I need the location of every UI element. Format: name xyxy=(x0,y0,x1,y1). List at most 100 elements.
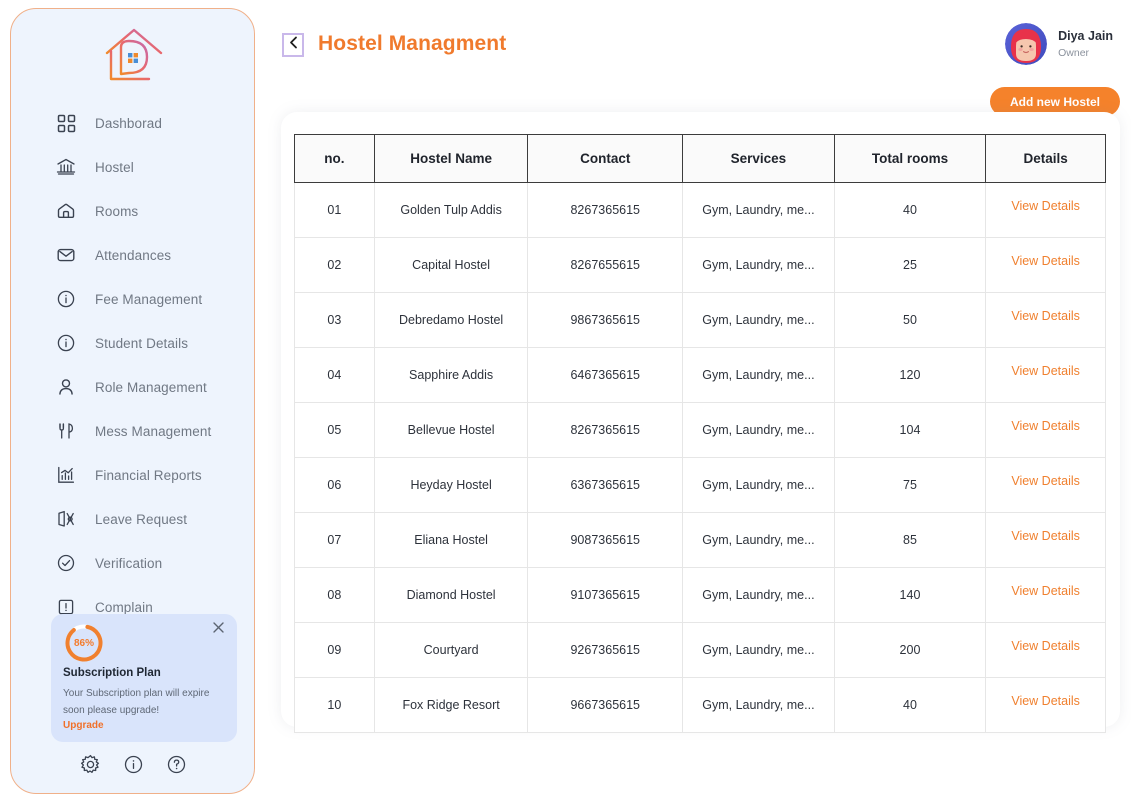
cell-services: Gym, Laundry, me... xyxy=(683,623,835,678)
cell-details: View Details xyxy=(986,458,1106,513)
sidebar-item-label: Attendances xyxy=(95,248,171,263)
cell-hostel-name: Heyday Hostel xyxy=(374,458,528,513)
sidebar-item-leave-request[interactable]: Leave Request xyxy=(11,497,255,541)
info-icon xyxy=(55,288,77,310)
sidebar-item-fee-management[interactable]: Fee Management xyxy=(11,277,255,321)
cell-hostel-name: Golden Tulp Addis xyxy=(374,183,528,238)
cell-services: Gym, Laundry, me... xyxy=(683,183,835,238)
sidebar-item-financial-reports[interactable]: Financial Reports xyxy=(11,453,255,497)
cell-total-rooms: 75 xyxy=(834,458,986,513)
app-logo xyxy=(11,27,255,87)
close-icon[interactable] xyxy=(211,620,227,636)
sidebar-item-rooms[interactable]: Rooms xyxy=(11,189,255,233)
cell-hostel-name: Debredamo Hostel xyxy=(374,293,528,348)
sidebar-item-verification[interactable]: Verification xyxy=(11,541,255,585)
table-row: 01Golden Tulp Addis8267365615Gym, Laundr… xyxy=(295,183,1106,238)
app-root: Dashborad Hostel Rooms xyxy=(0,0,1131,803)
cell-details: View Details xyxy=(986,183,1106,238)
cell-services: Gym, Laundry, me... xyxy=(683,403,835,458)
table-row: 10Fox Ridge Resort9667365615Gym, Laundry… xyxy=(295,678,1106,733)
cell-services: Gym, Laundry, me... xyxy=(683,348,835,403)
table-row: 09Courtyard9267365615Gym, Laundry, me...… xyxy=(295,623,1106,678)
grid-icon xyxy=(55,112,77,134)
table-header: no. Hostel Name Contact Services Total r… xyxy=(295,135,1106,183)
sidebar-item-label: Verification xyxy=(95,556,162,571)
cell-contact: 9667365615 xyxy=(528,678,683,733)
view-details-link[interactable]: View Details xyxy=(1011,364,1080,378)
cell-details: View Details xyxy=(986,293,1106,348)
column-header-rooms: Total rooms xyxy=(834,135,986,183)
user-profile[interactable]: Diya Jain Owner xyxy=(1005,23,1113,65)
sidebar-item-label: Leave Request xyxy=(95,512,187,527)
table-row: 07Eliana Hostel9087365615Gym, Laundry, m… xyxy=(295,513,1106,568)
view-details-link[interactable]: View Details xyxy=(1011,639,1080,653)
table-body: 01Golden Tulp Addis8267365615Gym, Laundr… xyxy=(295,183,1106,733)
info-icon[interactable] xyxy=(123,754,144,780)
view-details-link[interactable]: View Details xyxy=(1011,474,1080,488)
view-details-link[interactable]: View Details xyxy=(1011,309,1080,323)
bar-chart-icon xyxy=(55,464,77,486)
table-header-row: no. Hostel Name Contact Services Total r… xyxy=(295,135,1106,183)
cell-hostel-name: Eliana Hostel xyxy=(374,513,528,568)
sidebar-item-hostel[interactable]: Hostel xyxy=(11,145,255,189)
cell-hostel-name: Courtyard xyxy=(374,623,528,678)
cell-contact: 8267655615 xyxy=(528,238,683,293)
subscription-description: Your Subscription plan will expire soon … xyxy=(63,685,231,719)
table-row: 03Debredamo Hostel9867365615Gym, Laundry… xyxy=(295,293,1106,348)
view-details-link[interactable]: View Details xyxy=(1011,199,1080,213)
cell-contact: 6467365615 xyxy=(528,348,683,403)
column-header-name: Hostel Name xyxy=(374,135,528,183)
cell-no: 04 xyxy=(295,348,375,403)
sidebar-nav: Dashborad Hostel Rooms xyxy=(11,101,255,629)
cell-no: 08 xyxy=(295,568,375,623)
sidebar-item-mess-management[interactable]: Mess Management xyxy=(11,409,255,453)
sidebar-item-student-details[interactable]: Student Details xyxy=(11,321,255,365)
cell-hostel-name: Diamond Hostel xyxy=(374,568,528,623)
house-logo-icon xyxy=(103,27,165,87)
hostel-table: no. Hostel Name Contact Services Total r… xyxy=(294,134,1106,733)
sidebar-item-label: Role Management xyxy=(95,380,207,395)
table-row: 02Capital Hostel8267655615Gym, Laundry, … xyxy=(295,238,1106,293)
cell-total-rooms: 140 xyxy=(834,568,986,623)
sidebar-item-label: Mess Management xyxy=(95,424,211,439)
view-details-link[interactable]: View Details xyxy=(1011,254,1080,268)
user-role: Owner xyxy=(1058,46,1113,60)
user-name: Diya Jain xyxy=(1058,29,1113,44)
cutlery-icon xyxy=(55,420,77,442)
cell-contact: 8267365615 xyxy=(528,183,683,238)
back-button[interactable] xyxy=(282,33,304,57)
cell-services: Gym, Laundry, me... xyxy=(683,513,835,568)
cell-total-rooms: 200 xyxy=(834,623,986,678)
settings-icon[interactable] xyxy=(80,754,101,780)
view-details-link[interactable]: View Details xyxy=(1011,694,1080,708)
subscription-percent: 86% xyxy=(63,622,105,664)
view-details-link[interactable]: View Details xyxy=(1011,584,1080,598)
view-details-link[interactable]: View Details xyxy=(1011,529,1080,543)
cell-services: Gym, Laundry, me... xyxy=(683,293,835,348)
column-header-contact: Contact xyxy=(528,135,683,183)
cell-details: View Details xyxy=(986,403,1106,458)
cell-hostel-name: Bellevue Hostel xyxy=(374,403,528,458)
chevron-left-icon xyxy=(289,36,298,54)
bank-icon xyxy=(55,156,77,178)
subscription-title: Subscription Plan xyxy=(63,667,161,679)
upgrade-link[interactable]: Upgrade xyxy=(63,720,104,731)
view-details-link[interactable]: View Details xyxy=(1011,419,1080,433)
cell-no: 02 xyxy=(295,238,375,293)
cell-no: 01 xyxy=(295,183,375,238)
sidebar-item-label: Fee Management xyxy=(95,292,202,307)
sidebar-item-dashboard[interactable]: Dashborad xyxy=(11,101,255,145)
sidebar-item-label: Rooms xyxy=(95,204,138,219)
sidebar-item-attendances[interactable]: Attendances xyxy=(11,233,255,277)
user-text: Diya Jain Owner xyxy=(1058,29,1113,60)
table-row: 08Diamond Hostel9107365615Gym, Laundry, … xyxy=(295,568,1106,623)
sidebar-item-role-management[interactable]: Role Management xyxy=(11,365,255,409)
page-title: Hostel Managment xyxy=(318,32,506,56)
cell-contact: 9087365615 xyxy=(528,513,683,568)
help-icon[interactable] xyxy=(166,754,187,780)
cell-services: Gym, Laundry, me... xyxy=(683,568,835,623)
table-row: 06Heyday Hostel6367365615Gym, Laundry, m… xyxy=(295,458,1106,513)
cell-details: View Details xyxy=(986,568,1106,623)
cell-details: View Details xyxy=(986,348,1106,403)
column-header-details: Details xyxy=(986,135,1106,183)
